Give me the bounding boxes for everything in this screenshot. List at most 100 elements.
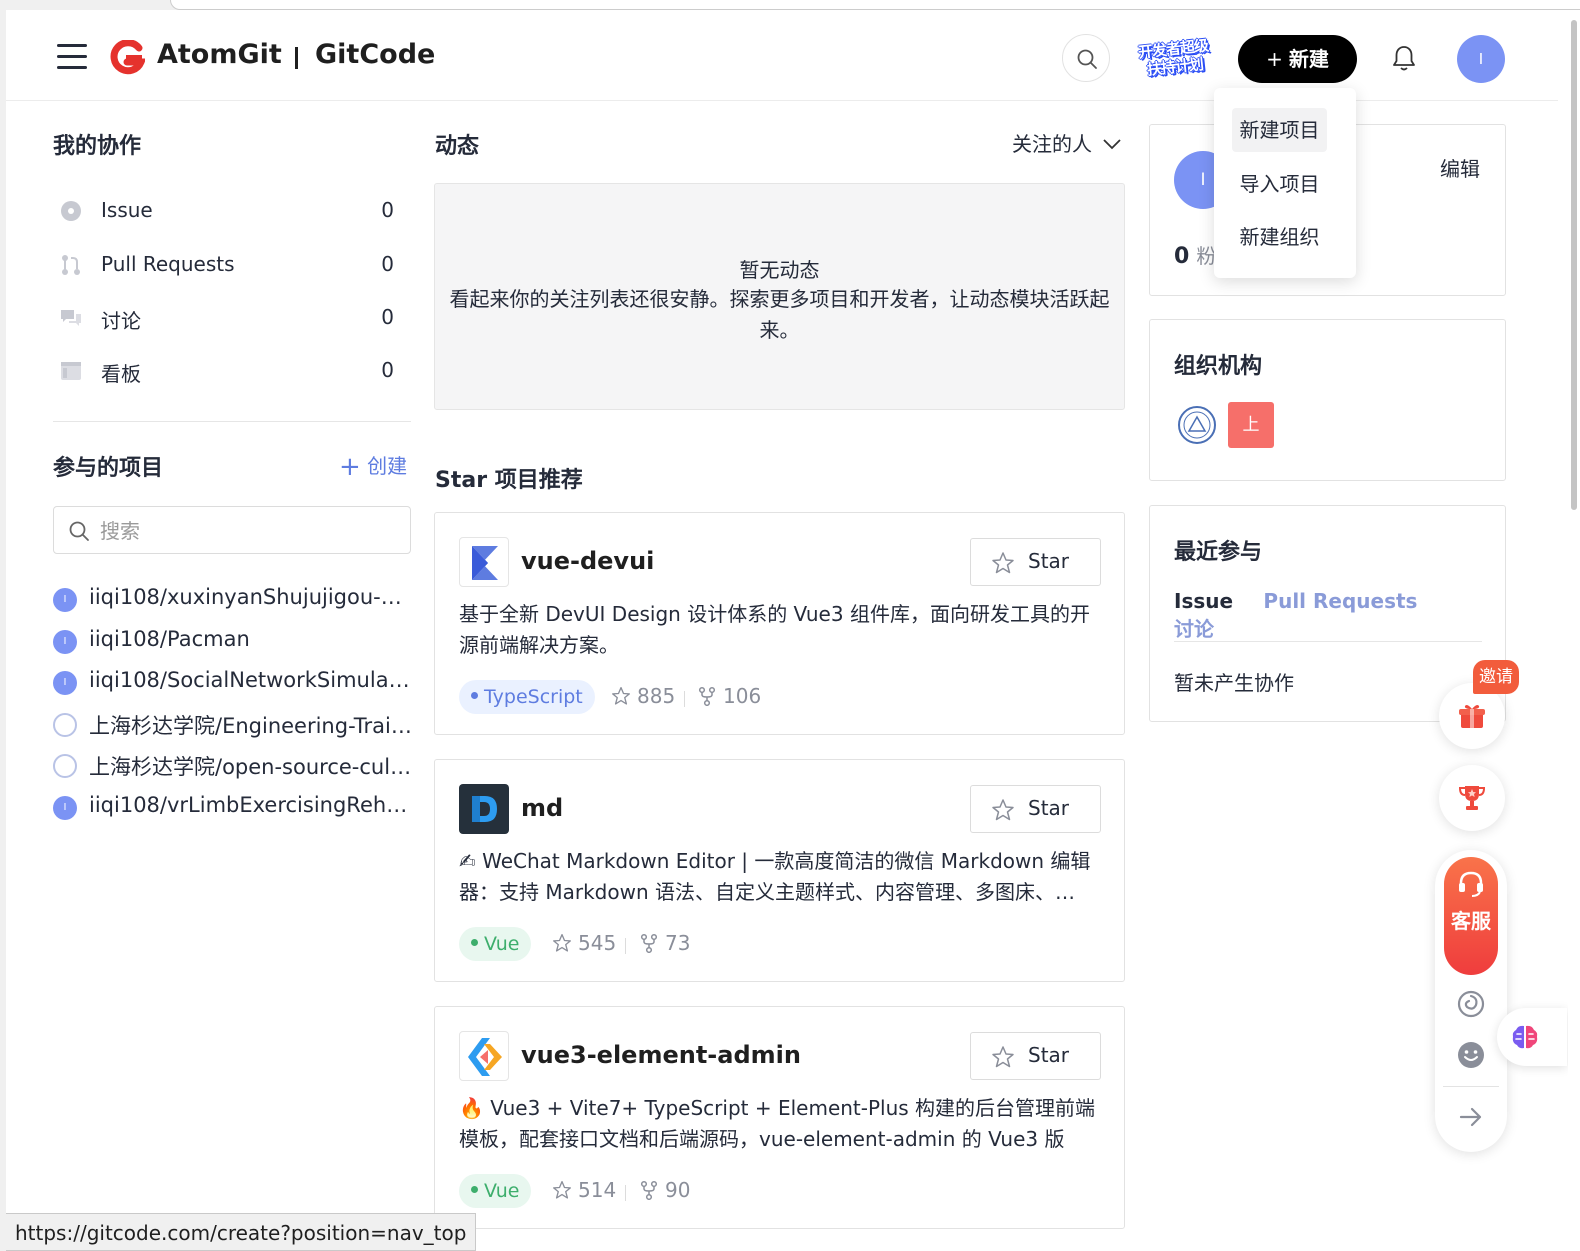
collab-issue[interactable]: Issue 0 [60, 191, 404, 231]
vue3-element-admin-logo-icon[interactable] [459, 1031, 509, 1081]
new-button-label: 新建 [1288, 47, 1329, 71]
org-seal-icon[interactable] [1174, 402, 1220, 448]
project-avatar: I [53, 588, 77, 612]
collab-pr-label: Pull Requests [101, 252, 235, 276]
gitcode-logo-icon[interactable] [109, 40, 145, 76]
brand-atomgit[interactable]: AtomGit [157, 39, 282, 70]
collab-board[interactable]: 看板 0 [60, 351, 404, 391]
org-seal-icon [53, 713, 77, 737]
tab-issue[interactable]: Issue [1174, 589, 1233, 613]
orgs-card: 组织机构 上 [1149, 319, 1506, 481]
invite-badge[interactable]: 邀请 [1473, 660, 1519, 694]
star-label: Star [1028, 1043, 1070, 1067]
project-item[interactable]: 上海杉达学院/open-source-culture [53, 747, 413, 783]
repo-description: ✍ WeChat Markdown Editor | 一款高度简洁的微信 Mar… [459, 849, 1091, 904]
brand-divider [295, 47, 298, 69]
developer-support-banner[interactable]: 开发者超级扶持计划 [1134, 36, 1214, 82]
repo-name[interactable]: vue-devui [521, 547, 654, 575]
search-icon [1077, 49, 1097, 69]
smiley-icon[interactable] [1457, 1041, 1485, 1069]
project-name: 上海杉达学院/Engineering-Training [89, 714, 413, 738]
repo-description: 🔥 Vue3 + Vite7+ TypeScript + Element-Plu… [459, 1096, 1096, 1151]
create-project-link[interactable]: + 创建 [339, 450, 407, 482]
md-logo-icon[interactable] [459, 784, 509, 834]
language-name: TypeScript [484, 686, 583, 708]
org-avatar-red[interactable]: 上 [1228, 402, 1274, 448]
collab-discussion[interactable]: 讨论 0 [60, 298, 404, 338]
edit-profile-link[interactable]: 编辑 [1440, 153, 1480, 182]
project-name: iiqi108/xuxinyanShujujigou-final [89, 585, 413, 609]
tab-discussion[interactable]: 讨论 [1174, 613, 1214, 642]
project-search-field[interactable] [53, 506, 411, 554]
project-item[interactable]: 上海杉达学院/Engineering-Training [53, 706, 413, 742]
tabs-divider [1174, 641, 1482, 642]
pull-request-icon [62, 255, 80, 275]
project-search-input[interactable] [100, 516, 400, 546]
collab-pr-count: 0 [381, 252, 394, 276]
project-item[interactable]: I iiqi108/SocialNetworkSimulator [53, 664, 413, 700]
project-item[interactable]: I iiqi108/vrLimbExercisingRehabilitation [53, 789, 413, 825]
language-badge: TypeScript [459, 680, 595, 714]
menu-item-new-organization[interactable]: 新建组织 [1232, 215, 1327, 259]
project-item[interactable]: I iiqi108/xuxinyanShujujigou-final [53, 581, 413, 617]
trophy-button[interactable] [1439, 765, 1505, 831]
collab-issue-label: Issue [101, 198, 153, 222]
arrow-right-icon[interactable] [1457, 1103, 1485, 1131]
menu-item-import-project[interactable]: 导入项目 [1232, 162, 1327, 206]
customer-service-button[interactable]: 客服 [1444, 857, 1498, 975]
trophy-icon [1458, 786, 1486, 810]
project-avatar: I [53, 671, 77, 695]
org-seal-icon [53, 754, 77, 778]
repo-card: vue3-element-admin Star 🔥 Vue3 + Vite7+ … [434, 1006, 1125, 1229]
repo-card: vue-devui Star 基于全新 DevUI Design 设计体系的 V… [434, 512, 1125, 735]
recent-empty-text: 暂未产生协作 [1174, 671, 1294, 695]
collab-pull-requests[interactable]: Pull Requests 0 [60, 245, 404, 285]
headset-icon [1459, 871, 1483, 897]
toolbar-divider [1443, 1086, 1499, 1087]
project-name: 上海杉达学院/open-source-culture [89, 755, 413, 779]
swirl-icon[interactable] [1457, 990, 1485, 1018]
star-label: Star [1028, 796, 1070, 820]
new-button[interactable]: + 新建 [1238, 35, 1357, 83]
star-button[interactable]: Star [970, 538, 1101, 586]
brain-icon [1512, 1025, 1538, 1049]
support-toolbar: 客服 [1435, 850, 1507, 1152]
followers-count[interactable]: 0 粉 [1174, 240, 1216, 269]
vue-devui-logo-icon[interactable] [459, 537, 509, 587]
brand-gitcode[interactable]: GitCode [315, 39, 435, 70]
bell-icon[interactable] [1391, 44, 1417, 72]
repo-name[interactable]: vue3-element-admin [521, 1041, 801, 1069]
project-item[interactable]: I iiqi108/Pacman [53, 623, 413, 659]
search-icon [69, 521, 89, 541]
language-badge: Vue [459, 927, 532, 961]
star-icon [553, 1180, 571, 1199]
tab-pull-requests[interactable]: Pull Requests [1263, 589, 1417, 613]
status-bar-url: https://gitcode.com/create?position=nav_… [6, 1213, 477, 1251]
gift-icon [1459, 705, 1485, 728]
plus-icon: + [1266, 47, 1283, 71]
board-icon [61, 362, 81, 380]
star-button[interactable]: Star [970, 1032, 1101, 1080]
activity-filter-select[interactable]: 关注的人 [1012, 128, 1122, 157]
fork-icon [698, 686, 716, 706]
project-avatar: I [53, 796, 77, 820]
page-scrollbar[interactable] [1568, 10, 1580, 1251]
menu-icon[interactable] [57, 44, 87, 69]
fork-icon [640, 933, 658, 953]
user-avatar[interactable]: I [1457, 35, 1505, 83]
star-icon [992, 552, 1014, 574]
orgs-title: 组织机构 [1174, 354, 1263, 379]
empty-description: 看起来你的关注列表还很安静。探索更多项目和开发者，让动态模块活跃起来。 [449, 287, 1110, 342]
collab-discussion-label: 讨论 [101, 309, 141, 333]
menu-item-new-project[interactable]: 新建项目 [1232, 108, 1327, 152]
recent-tabs: Issue Pull Requests 讨论 [1174, 589, 1505, 642]
star-button[interactable]: Star [970, 785, 1101, 833]
repo-name[interactable]: md [521, 794, 563, 822]
scrollbar-thumb[interactable] [1571, 20, 1577, 510]
empty-title: 暂无动态 [739, 258, 820, 282]
star-rec-title: Star 项目推荐 [435, 468, 583, 493]
star-icon [553, 933, 571, 952]
ai-assistant-button[interactable] [1497, 1008, 1567, 1066]
discussion-icon [61, 310, 81, 326]
search-button[interactable] [1062, 34, 1110, 82]
